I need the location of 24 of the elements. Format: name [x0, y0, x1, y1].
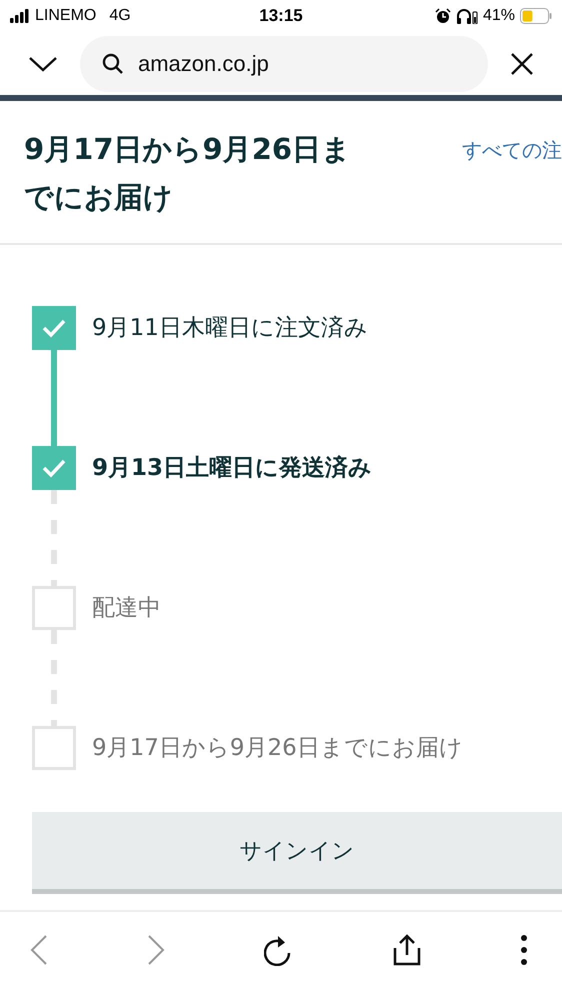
- network-type: 4G: [109, 7, 131, 25]
- sign-in-button[interactable]: サインイン: [32, 812, 562, 894]
- alarm-icon: [434, 8, 451, 24]
- close-icon[interactable]: [510, 52, 534, 76]
- check-icon: [41, 317, 67, 339]
- battery-icon: [520, 8, 552, 24]
- share-icon[interactable]: [393, 934, 421, 966]
- all-orders-link[interactable]: すべての注: [462, 137, 562, 164]
- search-icon: [102, 52, 124, 74]
- delivery-title: 9月17日から9月26日までにお届け: [24, 131, 352, 216]
- url-text: amazon.co.jp: [138, 50, 269, 76]
- battery-percent: 41%: [482, 7, 515, 25]
- status-label: 9月17日から9月26日までにお届け: [92, 734, 463, 763]
- headphones-icon: [456, 8, 478, 24]
- address-field[interactable]: amazon.co.jp: [80, 36, 488, 92]
- chevron-down-icon[interactable]: [28, 56, 58, 72]
- status-label: 配達中: [92, 594, 161, 623]
- check-icon: [41, 457, 67, 479]
- carrier-name: LINEMO: [35, 7, 96, 25]
- more-icon[interactable]: [520, 934, 528, 964]
- signal-icon: [10, 9, 30, 23]
- status-label: 9月11日木曜日に注文済み: [92, 314, 368, 343]
- status-label: 9月13日土曜日に発送済み: [92, 454, 372, 483]
- clock-time: 13:15: [259, 6, 303, 26]
